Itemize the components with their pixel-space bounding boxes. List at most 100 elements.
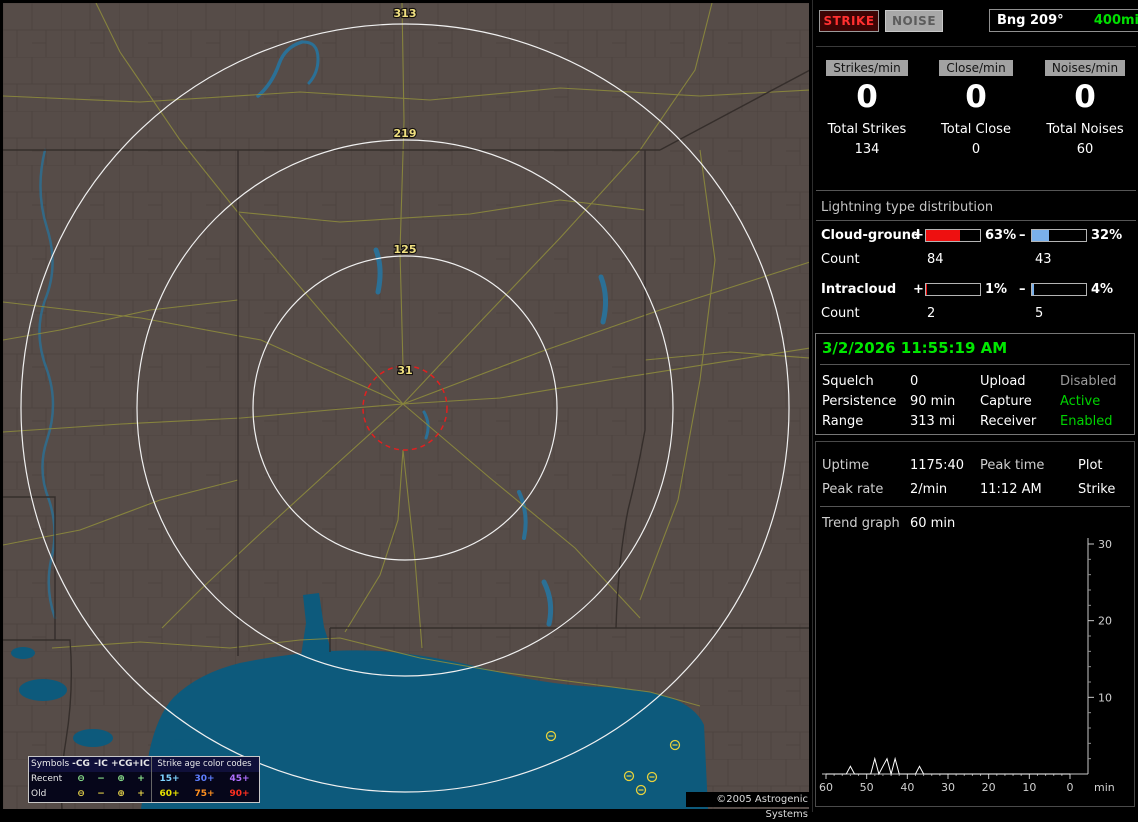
peak-time-label: Peak time [980, 458, 1045, 473]
legend-col-header: +CG [111, 759, 133, 769]
svg-text:60: 60 [819, 781, 833, 794]
cg-negative-bar [1031, 229, 1087, 242]
map-canvas[interactable]: 313 219 125 31 Symbols -CG -IC +CG +IC S… [3, 3, 810, 820]
datetime-display: 3/2/2026 11:55:19 AM [822, 339, 1008, 357]
peak-time-value: 11:12 AM [980, 482, 1042, 497]
svg-text:10: 10 [1098, 691, 1112, 704]
total-strikes-value: 134 [854, 142, 880, 157]
svg-text:0: 0 [1067, 781, 1074, 794]
count-label: Count [821, 252, 860, 267]
minus-sign: – [1019, 228, 1026, 243]
squelch-value: 0 [910, 374, 919, 389]
legend-age-code: 75+ [194, 789, 215, 799]
cg-positive-bar [925, 229, 981, 242]
intracloud-label: Intracloud [821, 282, 897, 297]
uptime-value: 1175:40 [910, 458, 965, 473]
trend-graph: 10 20 30 60 50 40 30 20 10 0 min [819, 538, 1115, 794]
noises-column: Noises/min 0 Total Noises 60 [1033, 60, 1137, 157]
bearing-range-display: Bng 209° 400mi [989, 9, 1138, 32]
legend-age-code: 45+ [229, 774, 250, 784]
svg-text:10: 10 [1022, 781, 1036, 794]
cg-negative-count: 43 [1035, 252, 1052, 267]
range-setting-value: 313 mi [910, 414, 956, 429]
legend-recent-row: Recent ⊖ − ⊕ + 15+ 30+ 45+ [29, 772, 259, 787]
legend-age-code: 15+ [159, 774, 180, 784]
map-legend: Symbols -CG -IC +CG +IC Strike age color… [28, 756, 260, 803]
legend-symbol: ⊖ [77, 789, 85, 799]
legend-age-codes: 15+ 30+ 45+ [151, 772, 257, 787]
ic-positive-count: 2 [927, 306, 936, 321]
legend-col-header: +IC [132, 759, 150, 769]
svg-text:30: 30 [941, 781, 955, 794]
lightning-distribution-section: Lightning type distribution Cloud-ground… [813, 194, 1138, 330]
legend-age-code: 30+ [194, 774, 215, 784]
svg-text:20: 20 [982, 781, 996, 794]
minus-sign: – [1019, 282, 1026, 297]
legend-age-header: Strike age color codes [151, 757, 257, 772]
count-label: Count [821, 306, 860, 321]
legend-symbol: ⊕ [117, 774, 125, 784]
ic-negative-count: 5 [1035, 306, 1044, 321]
close-per-min-header[interactable]: Close/min [939, 60, 1013, 76]
capture-label: Capture [980, 394, 1032, 409]
range-ring-label: 313 [394, 7, 417, 20]
total-noises-value: 60 [1076, 142, 1094, 157]
distribution-title: Lightning type distribution [821, 200, 994, 215]
svg-text:30: 30 [1098, 538, 1112, 551]
legend-symbol: ⊖ [77, 774, 85, 784]
session-section: Uptime 1175:40 Peak time Plot Peak rate … [815, 441, 1135, 807]
range-ring-label: 31 [397, 364, 412, 377]
total-strikes-label: Total Strikes [827, 122, 907, 137]
legend-age-code: 60+ [159, 789, 180, 799]
legend-age-code: 90+ [229, 789, 250, 799]
svg-text:20: 20 [1098, 615, 1112, 628]
capture-status: Active [1060, 394, 1101, 409]
plot-label: Plot [1078, 458, 1103, 473]
strike-map: 313 219 125 31 [3, 3, 809, 809]
persistence-value: 90 min [910, 394, 956, 409]
legend-col-header: -CG [72, 759, 90, 769]
trend-graph-label: Trend graph [822, 516, 900, 531]
range-label: Range [822, 414, 864, 429]
legend-header-row: Symbols -CG -IC +CG +IC Strike age color… [29, 757, 259, 772]
legend-symbol: + [137, 789, 145, 799]
close-per-min-value: 0 [965, 79, 987, 115]
plus-sign: + [913, 282, 924, 297]
uptime-label: Uptime [822, 458, 870, 473]
squelch-label: Squelch [822, 374, 874, 389]
stats-panel: STRIKE NOISE Bng 209° 400mi Strikes/min … [812, 0, 1138, 812]
legend-row-label: Recent [31, 774, 63, 784]
legend-row-label: Old [31, 789, 47, 799]
upload-label: Upload [980, 374, 1026, 389]
cg-negative-percent: 32% [1091, 228, 1123, 243]
strikes-column: Strikes/min 0 Total Strikes 134 [815, 60, 919, 157]
cg-positive-percent: 63% [985, 228, 1017, 243]
range-value: 400mi [1093, 13, 1138, 28]
peak-rate-label: Peak rate [822, 482, 884, 497]
plot-value: Strike [1078, 482, 1116, 497]
svg-text:min: min [1094, 781, 1115, 794]
legend-age-codes: 60+ 75+ 90+ [151, 787, 257, 802]
ic-negative-percent: 4% [1091, 282, 1114, 297]
strikes-per-min-header[interactable]: Strikes/min [826, 60, 908, 76]
noise-mode-button[interactable]: NOISE [885, 10, 943, 32]
receiver-label: Receiver [980, 414, 1037, 429]
persistence-label: Persistence [822, 394, 897, 409]
bearing-value: Bng 209° [997, 13, 1064, 28]
legend-symbol: + [137, 774, 145, 784]
plus-sign: + [913, 228, 924, 243]
status-section: 3/2/2026 11:55:19 AM Squelch 0 Upload Di… [815, 333, 1135, 435]
legend-symbol: − [97, 789, 105, 799]
ic-negative-bar [1031, 283, 1087, 296]
total-noises-label: Total Noises [1046, 122, 1124, 137]
strikes-per-min-value: 0 [856, 79, 878, 115]
noises-per-min-header[interactable]: Noises/min [1044, 60, 1126, 76]
copyright-label: ©2005 Astrogenic Systems [686, 792, 810, 820]
upload-status: Disabled [1060, 374, 1117, 389]
receiver-status: Enabled [1060, 414, 1113, 429]
ic-positive-bar [925, 283, 981, 296]
legend-symbols-header: Symbols [31, 759, 70, 769]
strike-mode-button[interactable]: STRIKE [819, 10, 879, 32]
ic-positive-percent: 1% [985, 282, 1008, 297]
trend-window-value: 60 min [910, 516, 956, 531]
